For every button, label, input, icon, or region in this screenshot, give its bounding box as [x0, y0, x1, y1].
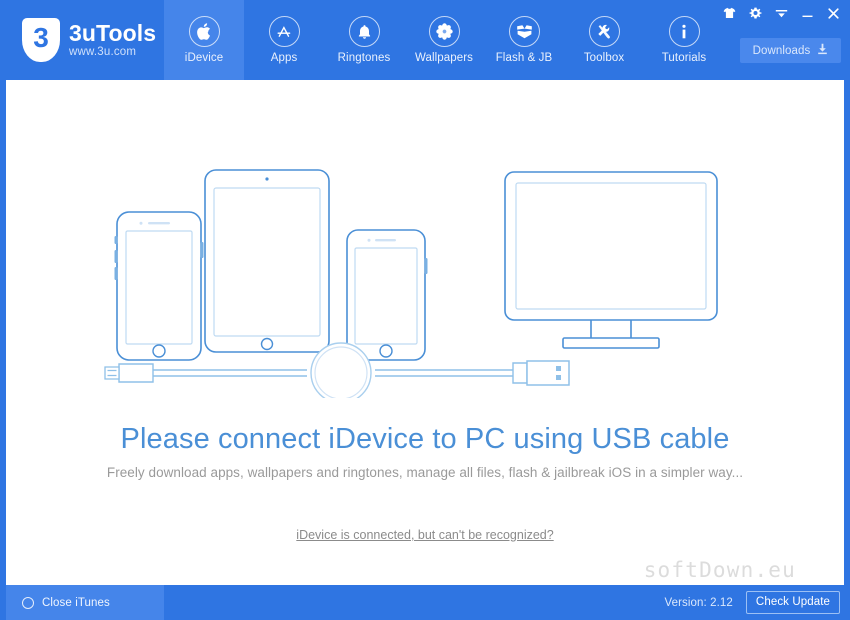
nav-tab-tutorials[interactable]: Tutorials [644, 0, 724, 80]
apple-icon [188, 16, 220, 47]
app-logo: 3 3uTools www.3u.com [22, 18, 156, 62]
circle-icon [22, 596, 34, 609]
logo-shield-icon: 3 [22, 18, 60, 62]
main-content: Please connect iDevice to PC using USB c… [6, 80, 844, 585]
tools-icon [588, 16, 620, 47]
nav-label-ringtones: Ringtones [337, 52, 391, 64]
check-update-button[interactable]: Check Update [745, 591, 840, 614]
download-arrow-icon [817, 42, 828, 60]
menu-icon[interactable] [775, 6, 788, 20]
close-icon[interactable] [827, 6, 840, 20]
title-bar: 3 3uTools www.3u.com iDevice Apps Ringto… [0, 0, 850, 80]
downloads-label: Downloads [752, 44, 811, 57]
open-box-icon [508, 16, 540, 47]
nav-label-toolbox: Toolbox [583, 52, 625, 64]
brand-url: www.3u.com [69, 46, 137, 59]
close-itunes-label: Close iTunes [42, 596, 110, 609]
watermark: softDown.eu [643, 558, 796, 582]
devices-and-monitor-illustration [6, 158, 844, 398]
brand-name: 3uTools [69, 20, 157, 47]
device-not-recognized-link[interactable]: iDevice is connected, but can't be recog… [296, 528, 553, 542]
bell-icon [348, 16, 380, 47]
settings-icon[interactable] [749, 6, 762, 20]
nav-tab-flash-jb[interactable]: Flash & JB [484, 0, 564, 80]
brand-text: 3uTools www.3u.com [69, 21, 156, 59]
appstore-icon [268, 16, 300, 47]
page-title: Please connect iDevice to PC using USB c… [120, 423, 730, 455]
nav-label-flash-jb: Flash & JB [495, 52, 553, 64]
help-link-container: iDevice is connected, but can't be recog… [6, 526, 844, 544]
main-navigation: iDevice Apps Ringtones Wallpapers Flash … [164, 0, 724, 80]
nav-label-apps: Apps [270, 52, 298, 64]
flower-icon [428, 16, 460, 47]
nav-tab-wallpapers[interactable]: Wallpapers [404, 0, 484, 80]
window-controls [723, 4, 840, 22]
status-bar: Close iTunes Version: 2.12 Check Update [0, 585, 850, 620]
3utools-window: 3 3uTools www.3u.com iDevice Apps Ringto… [0, 0, 850, 620]
nav-label-tutorials: Tutorials [661, 52, 707, 64]
nav-tab-ringtones[interactable]: Ringtones [324, 0, 404, 80]
nav-tab-apps[interactable]: Apps [244, 0, 324, 80]
version-label: Version: 2.12 [664, 596, 733, 609]
minimize-icon[interactable] [801, 6, 814, 20]
close-itunes-button[interactable]: Close iTunes [6, 585, 164, 620]
nav-tab-idevice[interactable]: iDevice [164, 0, 244, 80]
nav-label-wallpapers: Wallpapers [414, 52, 474, 64]
info-icon [668, 16, 700, 47]
downloads-button[interactable]: Downloads [740, 38, 841, 63]
nav-label-idevice: iDevice [184, 52, 224, 64]
logo-glyph: 3 [33, 22, 49, 53]
page-subtitle: Freely download apps, wallpapers and rin… [106, 465, 744, 480]
nav-tab-toolbox[interactable]: Toolbox [564, 0, 644, 80]
status-bar-right: Version: 2.12 Check Update [664, 585, 840, 620]
skin-icon[interactable] [723, 6, 736, 20]
